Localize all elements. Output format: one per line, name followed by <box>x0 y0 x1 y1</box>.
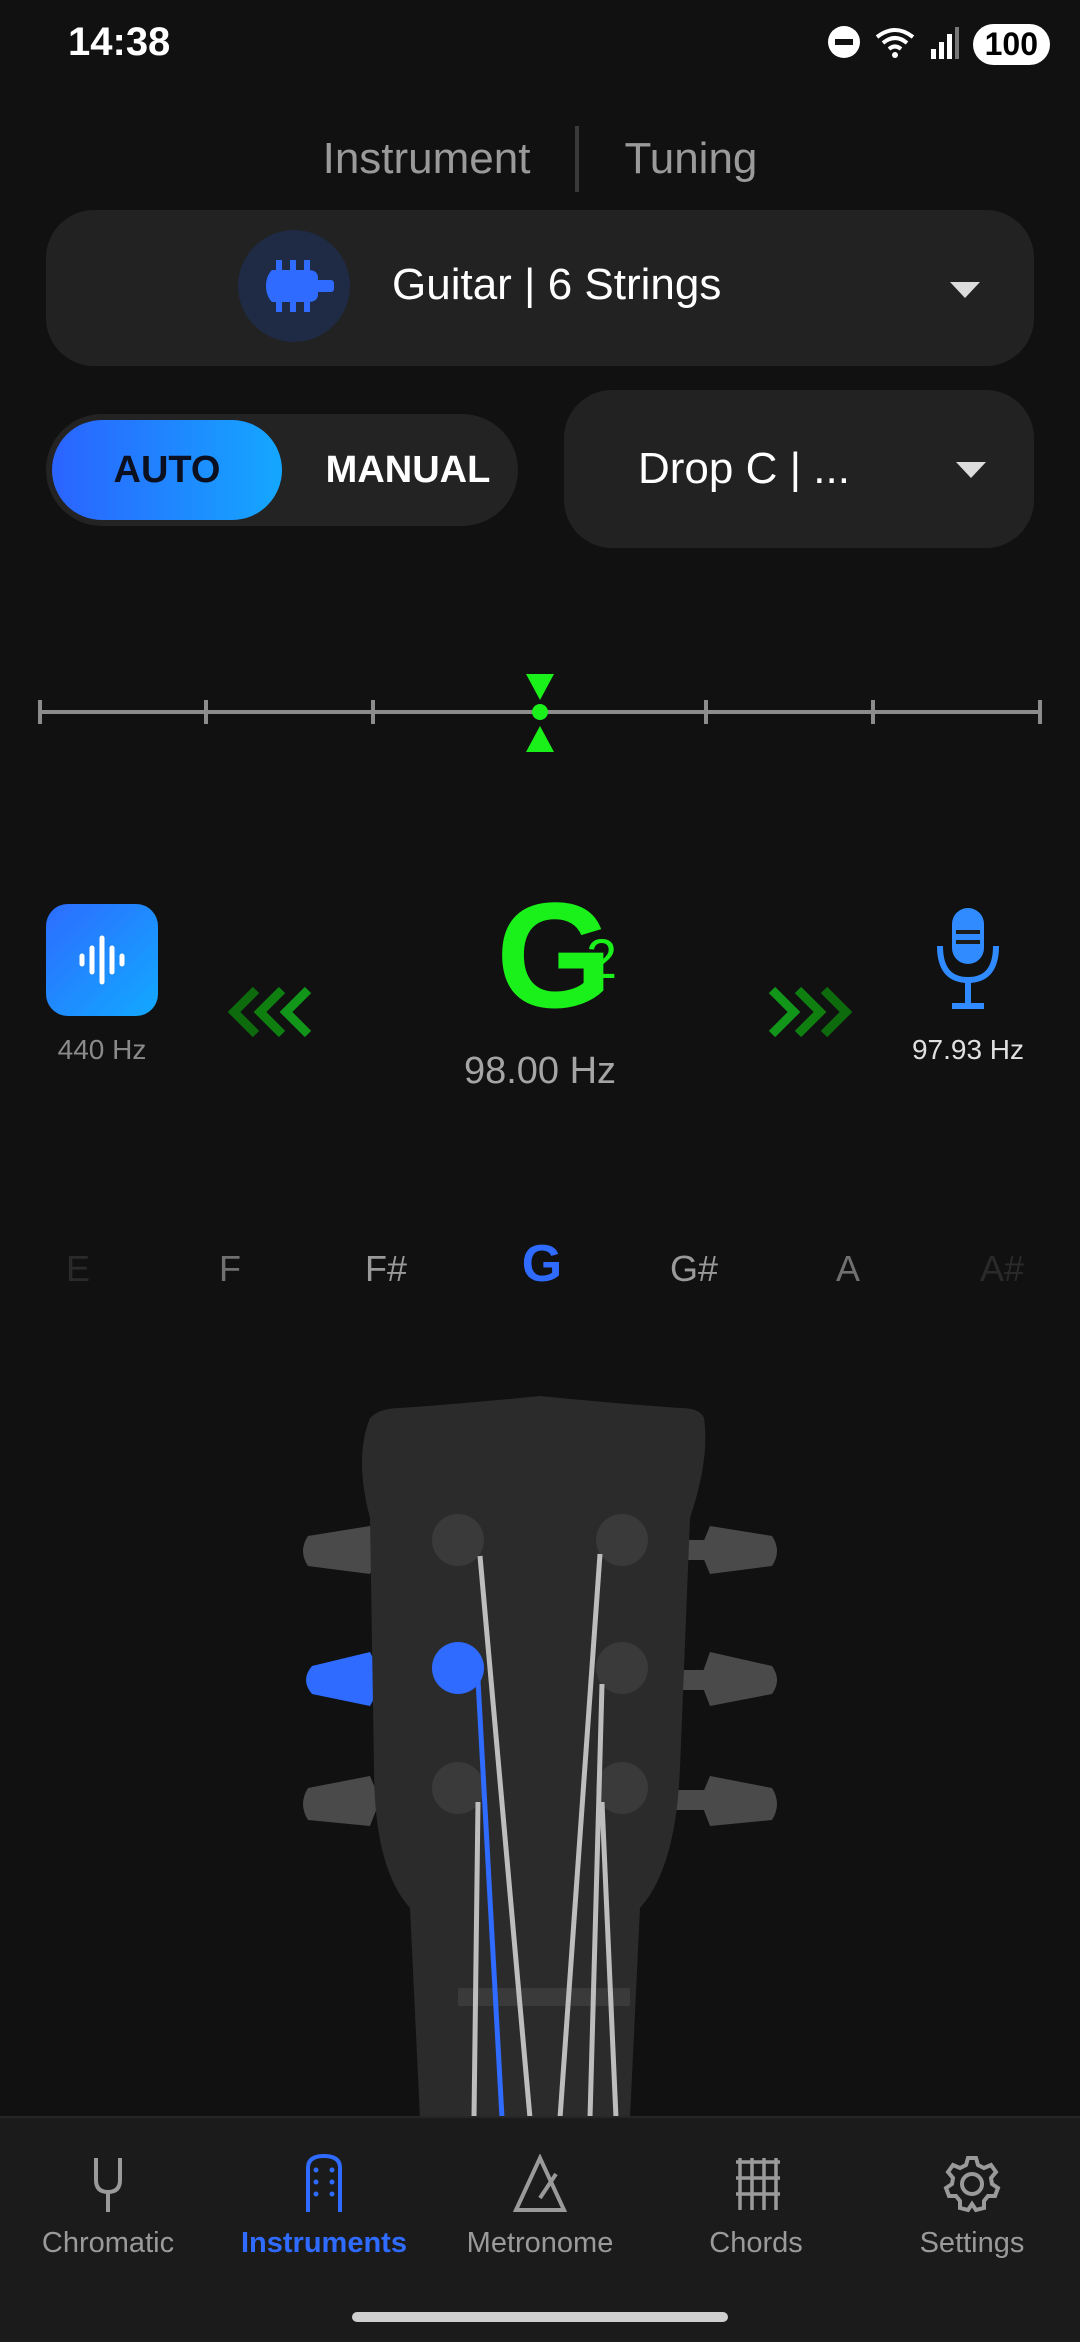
dnd-icon <box>827 25 861 64</box>
signal-icon <box>929 25 959 64</box>
tuning-dropdown[interactable]: Drop C | ... <box>564 390 1034 548</box>
nav-settings[interactable]: Settings <box>864 2154 1080 2260</box>
guitar-neck-icon <box>306 2153 342 2212</box>
wifi-icon <box>875 25 915 64</box>
nav-metronome[interactable]: Metronome <box>432 2153 648 2260</box>
note-strip-item[interactable]: F# <box>336 1248 436 1290</box>
status-icons: 100 <box>827 20 1050 68</box>
tuning-meter <box>36 674 1044 754</box>
auto-manual-toggle: AUTO MANUAL <box>46 414 518 526</box>
instrument-label: Guitar | 6 Strings <box>392 260 722 309</box>
gear-icon <box>943 2156 1001 2213</box>
nav-chromatic-label: Chromatic <box>41 2227 175 2259</box>
chevron-down-icon <box>956 462 986 478</box>
guitar-headstock-icon <box>238 230 350 342</box>
bottom-navigation: Chromatic Instruments Metronome Chords S… <box>0 2116 1080 2342</box>
status-time: 14:38 <box>68 20 171 64</box>
reference-pitch-button[interactable] <box>46 904 158 1016</box>
tuning-fork-icon <box>94 2158 122 2212</box>
nav-chromatic[interactable]: Chromatic <box>0 2154 216 2260</box>
tab-instrument[interactable]: Instrument <box>278 134 576 184</box>
tune-down-arrows-icon <box>762 984 854 1045</box>
metronome-icon <box>512 2153 568 2212</box>
manual-button[interactable]: MANUAL <box>308 420 508 520</box>
nav-chords-label: Chords <box>709 2227 803 2259</box>
microphone-icon[interactable] <box>930 904 1006 1021</box>
auto-button[interactable]: AUTO <box>52 420 282 520</box>
nav-instruments[interactable]: Instruments <box>216 2153 432 2260</box>
note-strip-item[interactable]: F <box>180 1248 280 1290</box>
nav-settings-label: Settings <box>919 2227 1025 2259</box>
tab-tuning[interactable]: Tuning <box>579 134 802 184</box>
note-strip-item[interactable]: A <box>798 1248 898 1290</box>
nav-instruments-label: Instruments <box>241 2227 407 2259</box>
tuner-key-4 <box>303 1776 380 1826</box>
battery-indicator: 100 <box>972 23 1050 65</box>
instrument-dropdown[interactable]: Guitar | 6 Strings <box>46 210 1034 366</box>
tuner-key-3 <box>700 1776 777 1826</box>
target-frequency: 98.00 Hz <box>463 1050 617 1092</box>
tuner-key-6 <box>303 1526 380 1574</box>
note-strip-item[interactable]: E <box>28 1248 128 1290</box>
sound-wave-icon <box>79 935 125 985</box>
note-strip-item[interactable]: A# <box>952 1248 1052 1290</box>
tuner-key-2 <box>700 1652 777 1706</box>
home-indicator[interactable] <box>352 2312 728 2322</box>
chord-grid-icon <box>736 2158 780 2210</box>
note-strip-item[interactable]: G# <box>644 1248 744 1290</box>
chevron-down-icon <box>950 282 980 298</box>
note-strip-item-active[interactable]: G <box>492 1234 592 1294</box>
detected-frequency: 97.93 Hz <box>911 1034 1025 1065</box>
note-strip: E F F# G G# A A# <box>0 1235 1080 1318</box>
nav-chords[interactable]: Chords <box>648 2154 864 2260</box>
tuning-label: Drop C | ... <box>638 444 850 493</box>
detected-octave: 2 <box>586 927 618 990</box>
guitar-headstock-illustration <box>290 1388 790 2123</box>
tuner-key-1 <box>700 1526 777 1574</box>
tune-up-arrows-icon <box>226 984 318 1045</box>
nav-metronome-label: Metronome <box>466 2227 614 2259</box>
reference-pitch-label: 440 Hz <box>57 1034 147 1065</box>
mode-tabs: Instrument Tuning <box>0 126 1080 192</box>
